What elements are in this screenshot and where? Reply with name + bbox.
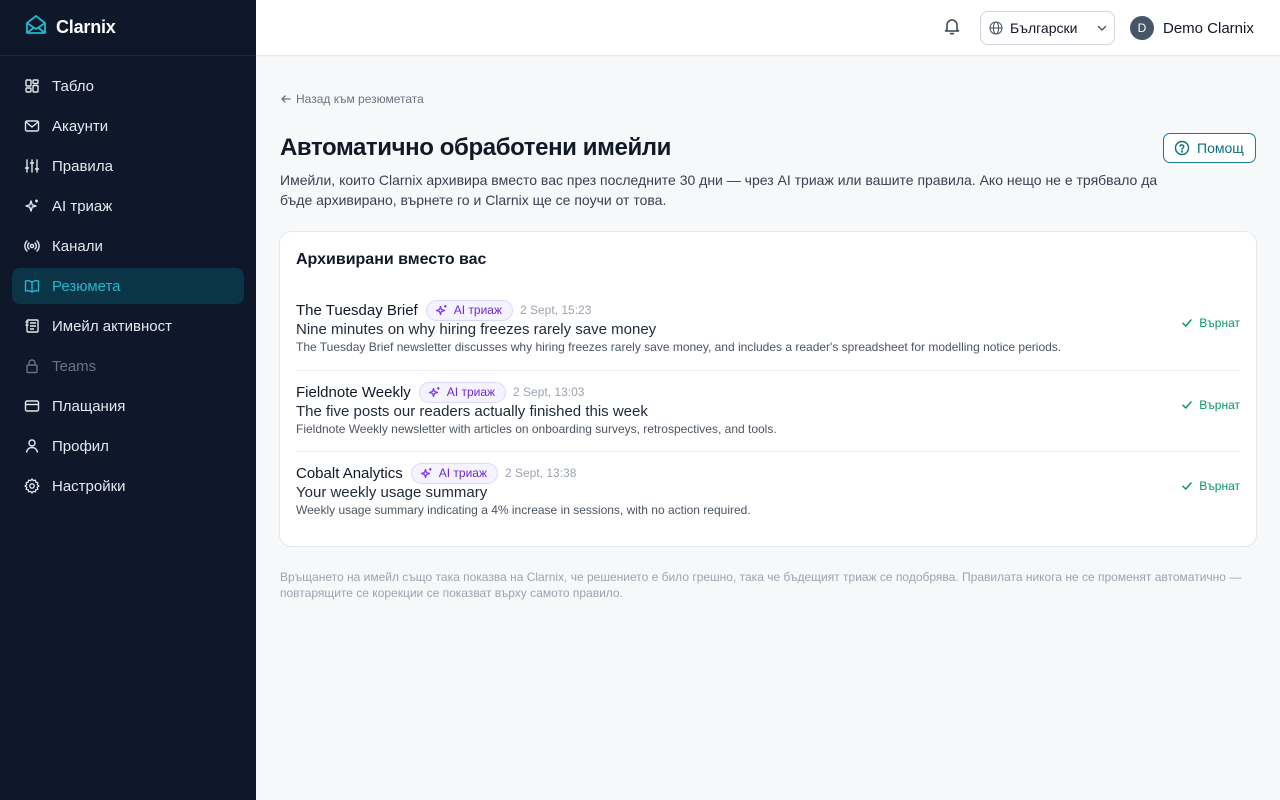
lock-icon bbox=[24, 358, 40, 374]
sidebar-nav: Табло Акаунти Правила AI триаж Канали Ре… bbox=[0, 56, 256, 504]
email-row: The Tuesday Brief AI триаж 2 Sept, 15:23… bbox=[296, 289, 1240, 370]
sidebar: Clarnix Табло Акаунти Правила AI триаж К… bbox=[0, 0, 256, 800]
sidebar-item-label: Имейл активност bbox=[52, 317, 173, 335]
user-menu[interactable]: D Demo Clarnix bbox=[1130, 16, 1254, 40]
badge-label: AI триаж bbox=[453, 303, 502, 317]
sparkles-icon bbox=[420, 467, 433, 480]
email-summary: The Tuesday Brief newsletter discusses w… bbox=[296, 340, 1062, 354]
email-date: 2 Sept, 13:03 bbox=[513, 385, 585, 399]
email-sender: Fieldnote Weekly bbox=[296, 383, 411, 401]
sidebar-item-label: Акаунти bbox=[52, 117, 109, 135]
topbar: Български D Demo Clarnix bbox=[256, 0, 1280, 56]
email-summary: Fieldnote Weekly newsletter with article… bbox=[296, 422, 777, 436]
user-icon bbox=[24, 438, 40, 454]
sidebar-item-ai-triage[interactable]: AI триаж bbox=[12, 188, 244, 224]
sidebar-item-label: Плащания bbox=[52, 397, 126, 415]
sidebar-item-teams: Teams bbox=[12, 348, 244, 384]
check-icon bbox=[1181, 399, 1193, 411]
sidebar-item-rules[interactable]: Правила bbox=[12, 148, 244, 184]
sidebar-item-email-activity[interactable]: Имейл активност bbox=[12, 308, 244, 344]
credit-card-icon bbox=[24, 398, 40, 414]
sparkles-icon bbox=[435, 304, 448, 317]
email-row-header: Fieldnote Weekly AI триаж 2 Sept, 13:03 bbox=[296, 381, 584, 403]
back-link-label: Назад към резюметата bbox=[296, 92, 424, 106]
book-open-icon bbox=[24, 278, 40, 294]
help-button[interactable]: Помощ bbox=[1163, 133, 1256, 163]
mail-icon bbox=[24, 118, 40, 134]
arrow-left-icon bbox=[280, 93, 292, 105]
back-link[interactable]: Назад към резюметата bbox=[280, 92, 424, 106]
footnote: Връщането на имейл също така показва на … bbox=[280, 570, 1242, 600]
sidebar-item-settings[interactable]: Настройки bbox=[12, 468, 244, 504]
sidebar-item-label: AI триаж bbox=[52, 197, 113, 215]
email-row: Cobalt Analytics AI триаж 2 Sept, 13:38 … bbox=[296, 451, 1240, 532]
brand[interactable]: Clarnix bbox=[0, 0, 256, 56]
email-date: 2 Sept, 13:38 bbox=[504, 466, 577, 480]
envelope-logo-icon bbox=[24, 13, 48, 42]
brand-name: Clarnix bbox=[56, 17, 116, 37]
email-row-header: The Tuesday Brief AI триаж 2 Sept, 15:23 bbox=[296, 299, 591, 321]
user-name: Demo Clarnix bbox=[1163, 19, 1254, 37]
sparkles-icon bbox=[24, 198, 40, 214]
check-icon bbox=[1181, 480, 1193, 492]
restored-label: Върнат bbox=[1199, 479, 1240, 493]
language-select[interactable]: Български bbox=[980, 11, 1115, 45]
globe-icon bbox=[989, 21, 1003, 35]
dashboard-icon bbox=[24, 78, 40, 94]
sidebar-item-label: Канали bbox=[52, 237, 103, 255]
sidebar-item-label: Teams bbox=[52, 357, 97, 375]
restored-status[interactable]: Върнат bbox=[1181, 316, 1240, 330]
email-subject: Nine minutes on why hiring freezes rarel… bbox=[296, 321, 657, 338]
activity-icon bbox=[24, 318, 40, 334]
email-date: 2 Sept, 15:23 bbox=[519, 303, 592, 317]
restored-status[interactable]: Върнат bbox=[1181, 398, 1240, 412]
page-description: Имейли, които Clarnix архивира вместо ва… bbox=[280, 172, 1158, 208]
radio-icon bbox=[24, 238, 40, 254]
badge-label: AI триаж bbox=[446, 385, 496, 399]
sidebar-item-digests[interactable]: Резюмета bbox=[12, 268, 244, 304]
email-subject: The five posts our readers actually fini… bbox=[296, 403, 648, 420]
sidebar-item-channels[interactable]: Канали bbox=[12, 228, 244, 264]
sidebar-item-accounts[interactable]: Акаунти bbox=[12, 108, 244, 144]
sidebar-item-profile[interactable]: Профил bbox=[12, 428, 244, 464]
chevron-down-icon bbox=[1096, 22, 1108, 34]
ai-triage-badge: AI триаж bbox=[410, 462, 498, 484]
help-circle-icon bbox=[1174, 140, 1190, 156]
language-value: Български bbox=[1010, 20, 1078, 36]
restored-status[interactable]: Върнат bbox=[1181, 479, 1240, 493]
sidebar-item-label: Правила bbox=[52, 157, 113, 175]
email-sender: Cobalt Analytics bbox=[296, 464, 403, 482]
sidebar-item-label: Резюмета bbox=[52, 277, 121, 295]
sidebar-item-dashboard[interactable]: Табло bbox=[12, 68, 244, 104]
email-summary: Weekly usage summary indicating a 4% inc… bbox=[296, 503, 751, 517]
ai-triage-badge: AI триаж bbox=[425, 299, 513, 321]
email-subject: Your weekly usage summary bbox=[296, 484, 488, 501]
sidebar-item-label: Настройки bbox=[52, 477, 126, 495]
email-row-header: Cobalt Analytics AI триаж 2 Sept, 13:38 bbox=[296, 462, 576, 484]
restored-label: Върнат bbox=[1199, 398, 1240, 412]
email-sender: The Tuesday Brief bbox=[296, 301, 418, 319]
check-icon bbox=[1181, 317, 1193, 329]
bell-icon bbox=[943, 17, 961, 40]
badge-label: AI триаж bbox=[438, 466, 487, 480]
page-title: Автоматично обработени имейли bbox=[280, 134, 672, 161]
gear-icon bbox=[24, 478, 40, 494]
avatar: D bbox=[1130, 16, 1154, 40]
notifications-button[interactable] bbox=[940, 16, 964, 40]
help-button-label: Помощ bbox=[1197, 140, 1244, 156]
restored-label: Върнат bbox=[1199, 316, 1240, 330]
archived-emails-card: Архивирани вместо вас The Tuesday Brief … bbox=[279, 231, 1257, 547]
email-row: Fieldnote Weekly AI триаж 2 Sept, 13:03 … bbox=[296, 370, 1240, 451]
sidebar-item-label: Профил bbox=[52, 437, 109, 455]
sidebar-item-label: Табло bbox=[52, 77, 95, 95]
sliders-icon bbox=[24, 158, 40, 174]
ai-triage-badge: AI триаж bbox=[418, 381, 507, 403]
sparkles-icon bbox=[428, 386, 441, 399]
card-title: Архивирани вместо вас bbox=[296, 251, 487, 268]
sidebar-item-billing[interactable]: Плащания bbox=[12, 388, 244, 424]
